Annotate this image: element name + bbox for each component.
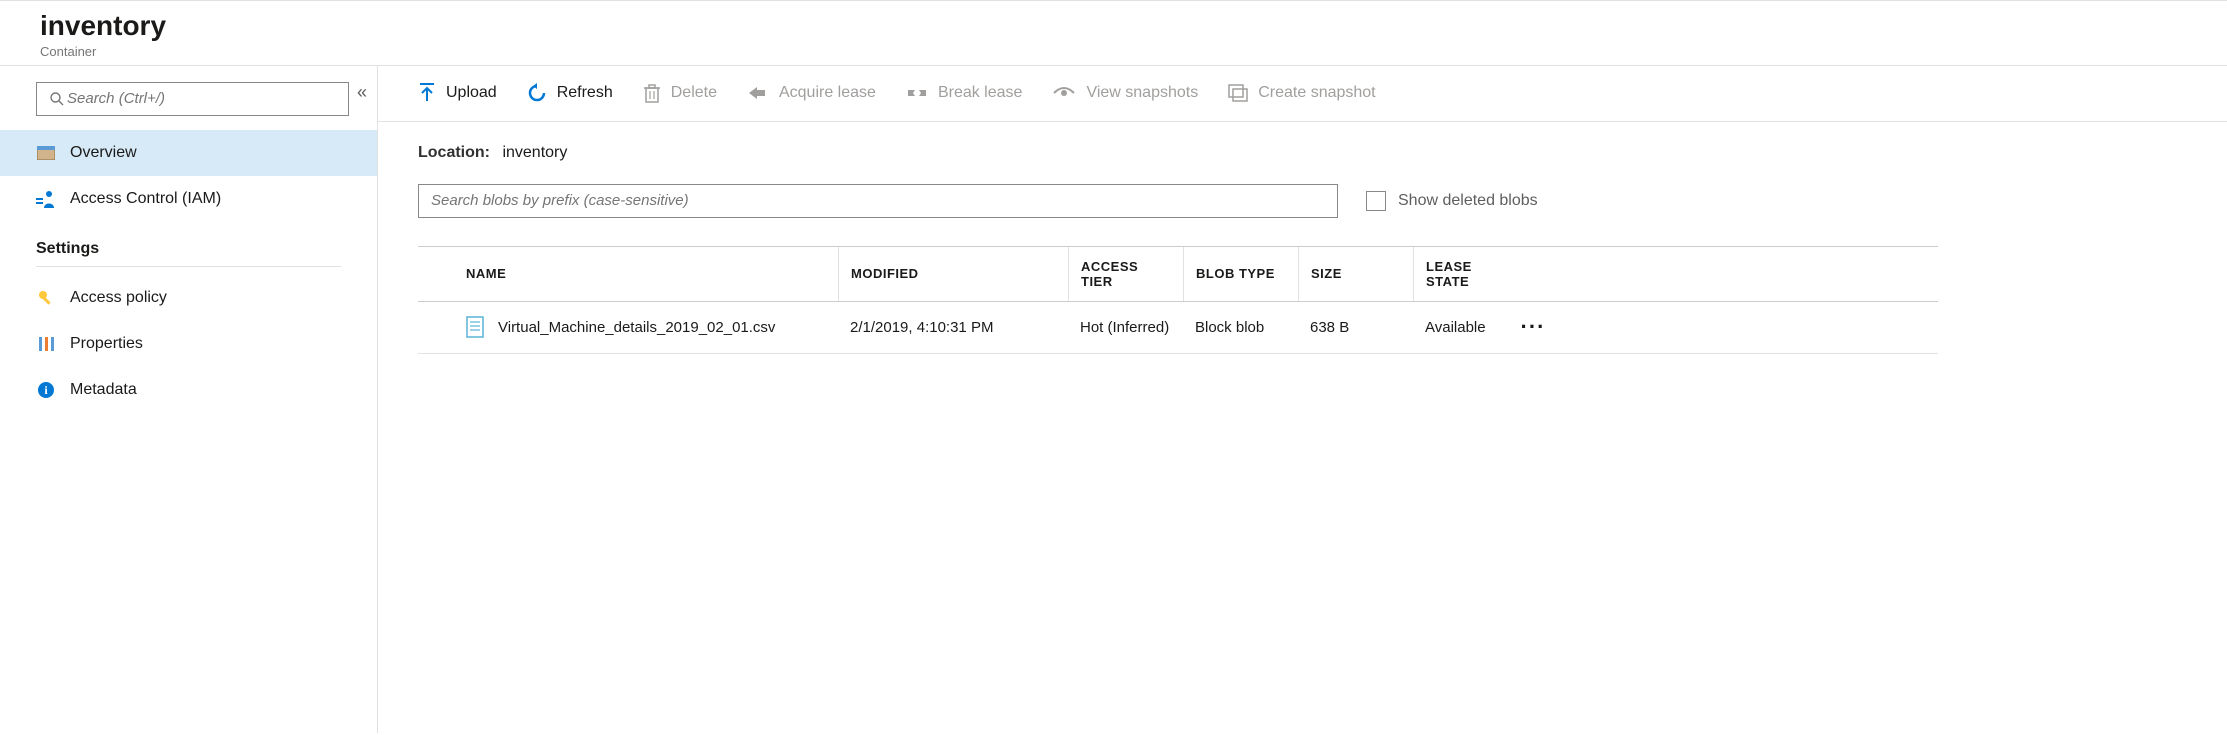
blob-size: 638 B	[1298, 319, 1413, 336]
main-content: Upload Refresh Delete Acquire lease	[378, 66, 2227, 733]
snapshot-icon	[1228, 84, 1248, 102]
table-header: NAME MODIFIED ACCESS TIER BLOB TYPE SIZE…	[418, 246, 1938, 302]
toolbar: Upload Refresh Delete Acquire lease	[378, 66, 2227, 122]
table-row[interactable]: Virtual_Machine_details_2019_02_01.csv 2…	[418, 302, 1938, 354]
sidebar-item-properties[interactable]: Properties	[0, 321, 377, 367]
row-more-button[interactable]: ···	[1513, 314, 1553, 340]
sidebar-section-settings: Settings	[0, 222, 377, 266]
divider	[36, 266, 341, 267]
location-row: Location: inventory	[378, 122, 2227, 162]
key-icon	[36, 288, 56, 308]
break-lease-button: Break lease	[906, 84, 1023, 102]
blob-prefix-input[interactable]	[431, 192, 1325, 209]
show-deleted-checkbox[interactable]: Show deleted blobs	[1366, 191, 1538, 211]
sidebar-item-label: Metadata	[70, 381, 137, 399]
blob-blob-type: Block blob	[1183, 319, 1298, 336]
refresh-button[interactable]: Refresh	[527, 83, 613, 103]
page-title: inventory	[40, 11, 2187, 42]
upload-button[interactable]: Upload	[418, 83, 497, 103]
refresh-icon	[527, 83, 547, 103]
sidebar-item-access-policy[interactable]: Access policy	[0, 275, 377, 321]
eye-icon	[1052, 86, 1076, 100]
col-access-tier[interactable]: ACCESS TIER	[1068, 247, 1183, 301]
access-control-icon	[36, 189, 56, 209]
acquire-lease-button: Acquire lease	[747, 84, 876, 102]
delete-button: Delete	[643, 83, 717, 103]
col-name[interactable]: NAME	[418, 247, 838, 301]
show-deleted-label: Show deleted blobs	[1398, 192, 1538, 210]
break-lease-icon	[906, 85, 928, 101]
blob-prefix-search[interactable]	[418, 184, 1338, 218]
view-snapshots-button: View snapshots	[1052, 84, 1198, 102]
col-blob-type[interactable]: BLOB TYPE	[1183, 247, 1298, 301]
search-icon	[47, 89, 67, 109]
sidebar: « Overview Access Control (IAM) Settings	[0, 66, 378, 733]
sidebar-item-metadata[interactable]: i Metadata	[0, 367, 377, 413]
blob-modified: 2/1/2019, 4:10:31 PM	[838, 319, 1068, 336]
col-size[interactable]: SIZE	[1298, 247, 1413, 301]
col-lease-state[interactable]: LEASE STATE	[1413, 247, 1513, 301]
overview-icon	[36, 143, 56, 163]
checkbox-box[interactable]	[1366, 191, 1386, 211]
info-icon: i	[36, 380, 56, 400]
sidebar-item-overview[interactable]: Overview	[0, 130, 377, 176]
blob-table: NAME MODIFIED ACCESS TIER BLOB TYPE SIZE…	[418, 246, 1938, 354]
properties-icon	[36, 334, 56, 354]
sidebar-item-access-control[interactable]: Access Control (IAM)	[0, 176, 377, 222]
location-label: Location:	[418, 144, 490, 161]
page-subtitle: Container	[40, 44, 2187, 59]
blob-name: Virtual_Machine_details_2019_02_01.csv	[498, 319, 775, 336]
sidebar-search-input[interactable]	[67, 90, 338, 107]
upload-icon	[418, 83, 436, 103]
collapse-sidebar-button[interactable]: «	[357, 82, 367, 103]
col-modified[interactable]: MODIFIED	[838, 247, 1068, 301]
sidebar-item-label: Overview	[70, 144, 137, 162]
resource-header: inventory Container	[0, 0, 2227, 66]
file-icon	[466, 316, 484, 338]
sidebar-item-label: Access Control (IAM)	[70, 190, 221, 208]
acquire-lease-icon	[747, 85, 769, 101]
delete-icon	[643, 83, 661, 103]
blob-access-tier: Hot (Inferred)	[1068, 319, 1183, 336]
sidebar-item-label: Access policy	[70, 289, 167, 307]
sidebar-search[interactable]	[36, 82, 349, 116]
location-value: inventory	[502, 144, 567, 161]
sidebar-item-label: Properties	[70, 335, 143, 353]
blob-lease-state: Available	[1413, 319, 1513, 336]
create-snapshot-button: Create snapshot	[1228, 84, 1375, 102]
